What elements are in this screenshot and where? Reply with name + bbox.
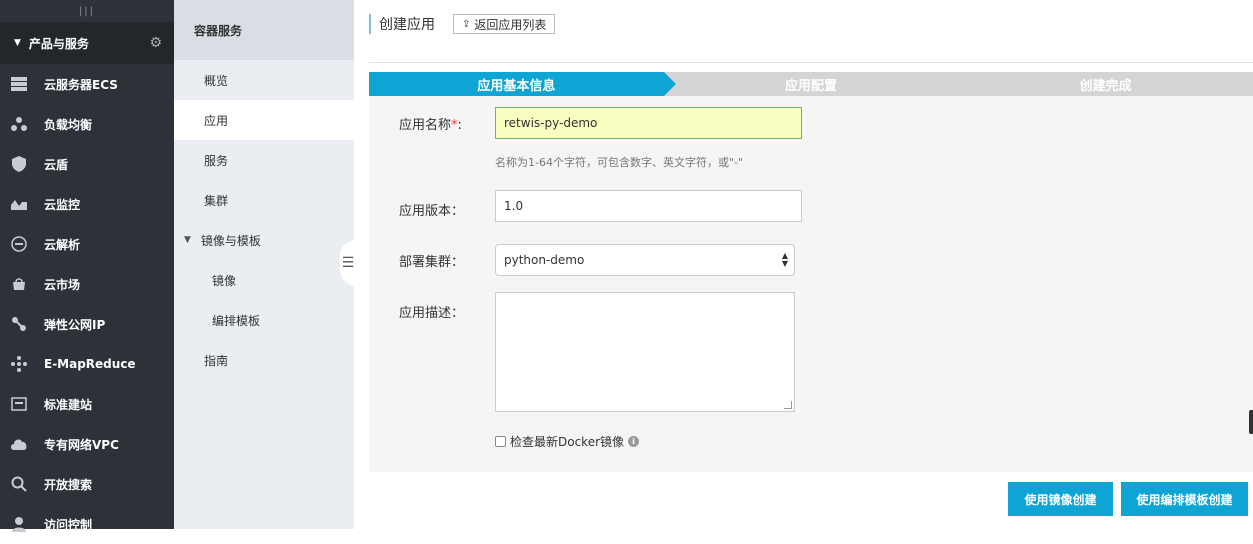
step-arrow — [958, 72, 971, 96]
submenu-item-guide[interactable]: 指南 — [174, 340, 354, 380]
info-icon[interactable]: i — [628, 436, 640, 447]
sidebar-item-label: 云市场 — [44, 277, 81, 292]
sidebar-item-label: 云监控 — [44, 197, 81, 212]
side-feedback-tab[interactable] — [1249, 410, 1253, 434]
dns-icon — [10, 235, 28, 253]
app-version-input[interactable]: 1.0 — [495, 190, 802, 222]
shield-icon — [10, 155, 28, 173]
sidebar-item-label: E-MapReduce — [44, 357, 136, 371]
main-content: 创建应用 ⇪ 返回应用列表 应用基本信息 应用配置 创建完成 应用名称*: re… — [354, 0, 1253, 529]
app-name-label: 应用名称*: — [399, 114, 462, 133]
sidebar-item-label: 云服务器ECS — [44, 77, 118, 92]
sidebar-item-ram[interactable]: 访问控制 — [0, 504, 174, 544]
deploy-cluster-select[interactable]: python-demo ▲ ▼ — [495, 244, 795, 276]
app-description-textarea[interactable] — [495, 292, 795, 412]
app-version-label: 应用版本： — [399, 204, 465, 219]
app-name-input[interactable]: retwis-py-demo — [495, 107, 802, 139]
check-latest-docker-image-label: 检查最新Docker镜像 — [510, 435, 625, 449]
gear-icon[interactable]: ⚙ — [149, 35, 162, 51]
sidebar-item-monitor[interactable]: 云监控 — [0, 184, 174, 224]
container-service-menu: 容器服务 概览 应用 服务 集群 ▼ 镜像与模板 镜像 编排模板 指南 — [174, 0, 354, 529]
submenu-item-images[interactable]: 镜像 — [174, 260, 354, 300]
monitor-icon — [10, 195, 28, 213]
app-name-label-text: 应用名称 — [399, 118, 452, 133]
caret-down-icon: ▼ — [14, 38, 21, 48]
search-icon — [10, 475, 28, 493]
market-icon — [10, 275, 28, 293]
submenu-item-services[interactable]: 服务 — [174, 140, 354, 180]
submenu-title: 容器服务 — [174, 0, 354, 60]
sidebar-item-label: 标准建站 — [44, 397, 93, 412]
vpc-cloud-icon — [10, 435, 28, 453]
back-button-label: 返回应用列表 — [474, 17, 547, 32]
sidebar-item-dns[interactable]: 云解析 — [0, 224, 174, 264]
step-arrow — [663, 72, 676, 96]
mapreduce-icon — [10, 355, 28, 373]
app-name-hint: 名称为1-64个字符，可包含数字、英文字符，或"-" — [495, 156, 744, 169]
sidebar-item-vpc[interactable]: 专有网络VPC — [0, 424, 174, 464]
sidebar-item-slb[interactable]: 负载均衡 — [0, 104, 174, 144]
sidebar-item-label: 访问控制 — [44, 517, 93, 532]
sidebar-item-ecs[interactable]: 云服务器ECS — [0, 64, 174, 104]
sidebar-item-label: 开放搜索 — [44, 477, 93, 492]
header-divider — [369, 62, 1253, 63]
sidebar-item-market[interactable]: 云市场 — [0, 264, 174, 304]
product-sidebar: ||| ▼ 产品与服务 ⚙ 云服务器ECS 负载均衡 云盾 云监控 云解析 云市… — [0, 0, 174, 532]
sidebar-item-label: 专有网络VPC — [44, 437, 119, 452]
step-label: 创建完成 — [1079, 78, 1132, 94]
sidebar-item-label: 弹性公网IP — [44, 317, 106, 332]
products-and-services-header[interactable]: ▼ 产品与服务 ⚙ — [0, 22, 174, 64]
check-latest-docker-image-row[interactable]: 检查最新Docker镜像 i — [495, 433, 640, 450]
sidebar-item-yundun[interactable]: 云盾 — [0, 144, 174, 184]
products-label: 产品与服务 — [28, 36, 89, 51]
app-description-label: 应用描述： — [399, 306, 465, 321]
sidebar-item-label: 负载均衡 — [44, 117, 93, 132]
back-to-app-list-button[interactable]: ⇪ 返回应用列表 — [453, 14, 556, 34]
sidebar-item-label: 云盾 — [44, 157, 69, 172]
submenu-group-label: 镜像与模板 — [200, 233, 261, 248]
page-header: 创建应用 ⇪ 返回应用列表 — [369, 14, 556, 34]
caret-down-icon: ▼ — [184, 235, 191, 245]
sidebar-item-eip[interactable]: 弹性公网IP — [0, 304, 174, 344]
step-label: 应用基本信息 — [477, 78, 556, 94]
step-complete: 创建完成 — [958, 72, 1253, 96]
sidebar-item-label: 云解析 — [44, 237, 81, 252]
label-colon: : — [457, 118, 462, 133]
sidebar-item-website[interactable]: 标准建站 — [0, 384, 174, 424]
select-arrows-icon: ▲ ▼ — [781, 251, 788, 268]
load-balancer-icon — [10, 115, 28, 133]
elastic-ip-icon — [10, 315, 28, 333]
website-icon — [10, 395, 28, 413]
create-from-image-button[interactable]: 使用镜像创建 — [1008, 482, 1113, 516]
submenu-item-overview[interactable]: 概览 — [174, 60, 354, 100]
submenu-item-compose-templates[interactable]: 编排模板 — [174, 300, 354, 340]
server-icon — [10, 75, 28, 93]
sidebar-grip-icon[interactable]: ||| — [0, 0, 174, 22]
access-control-icon — [10, 515, 28, 533]
step-app-config: 应用配置 — [663, 72, 971, 96]
check-latest-docker-image-checkbox[interactable] — [495, 436, 506, 447]
upload-arrow-icon: ⇪ — [462, 18, 471, 30]
deploy-cluster-label: 部署集群： — [399, 255, 465, 270]
create-app-form: 应用名称*: retwis-py-demo 名称为1-64个字符，可包含数字、英… — [369, 96, 1253, 472]
sidebar-item-emapreduce[interactable]: E-MapReduce — [0, 344, 174, 384]
sidebar-item-opensearch[interactable]: 开放搜索 — [0, 464, 174, 504]
submenu-item-apps[interactable]: 应用 — [174, 100, 354, 140]
submenu-item-clusters[interactable]: 集群 — [174, 180, 354, 220]
wizard-steps: 应用基本信息 应用配置 创建完成 — [369, 72, 1253, 96]
deploy-cluster-value: python-demo — [504, 253, 585, 267]
submenu-group-images-templates[interactable]: ▼ 镜像与模板 — [174, 220, 354, 260]
step-label: 应用配置 — [785, 78, 838, 94]
resize-grip-icon[interactable] — [784, 401, 792, 409]
create-from-template-button[interactable]: 使用编排模板创建 — [1121, 482, 1248, 516]
step-basic-info: 应用基本信息 — [369, 72, 676, 96]
page-title: 创建应用 — [369, 14, 435, 34]
